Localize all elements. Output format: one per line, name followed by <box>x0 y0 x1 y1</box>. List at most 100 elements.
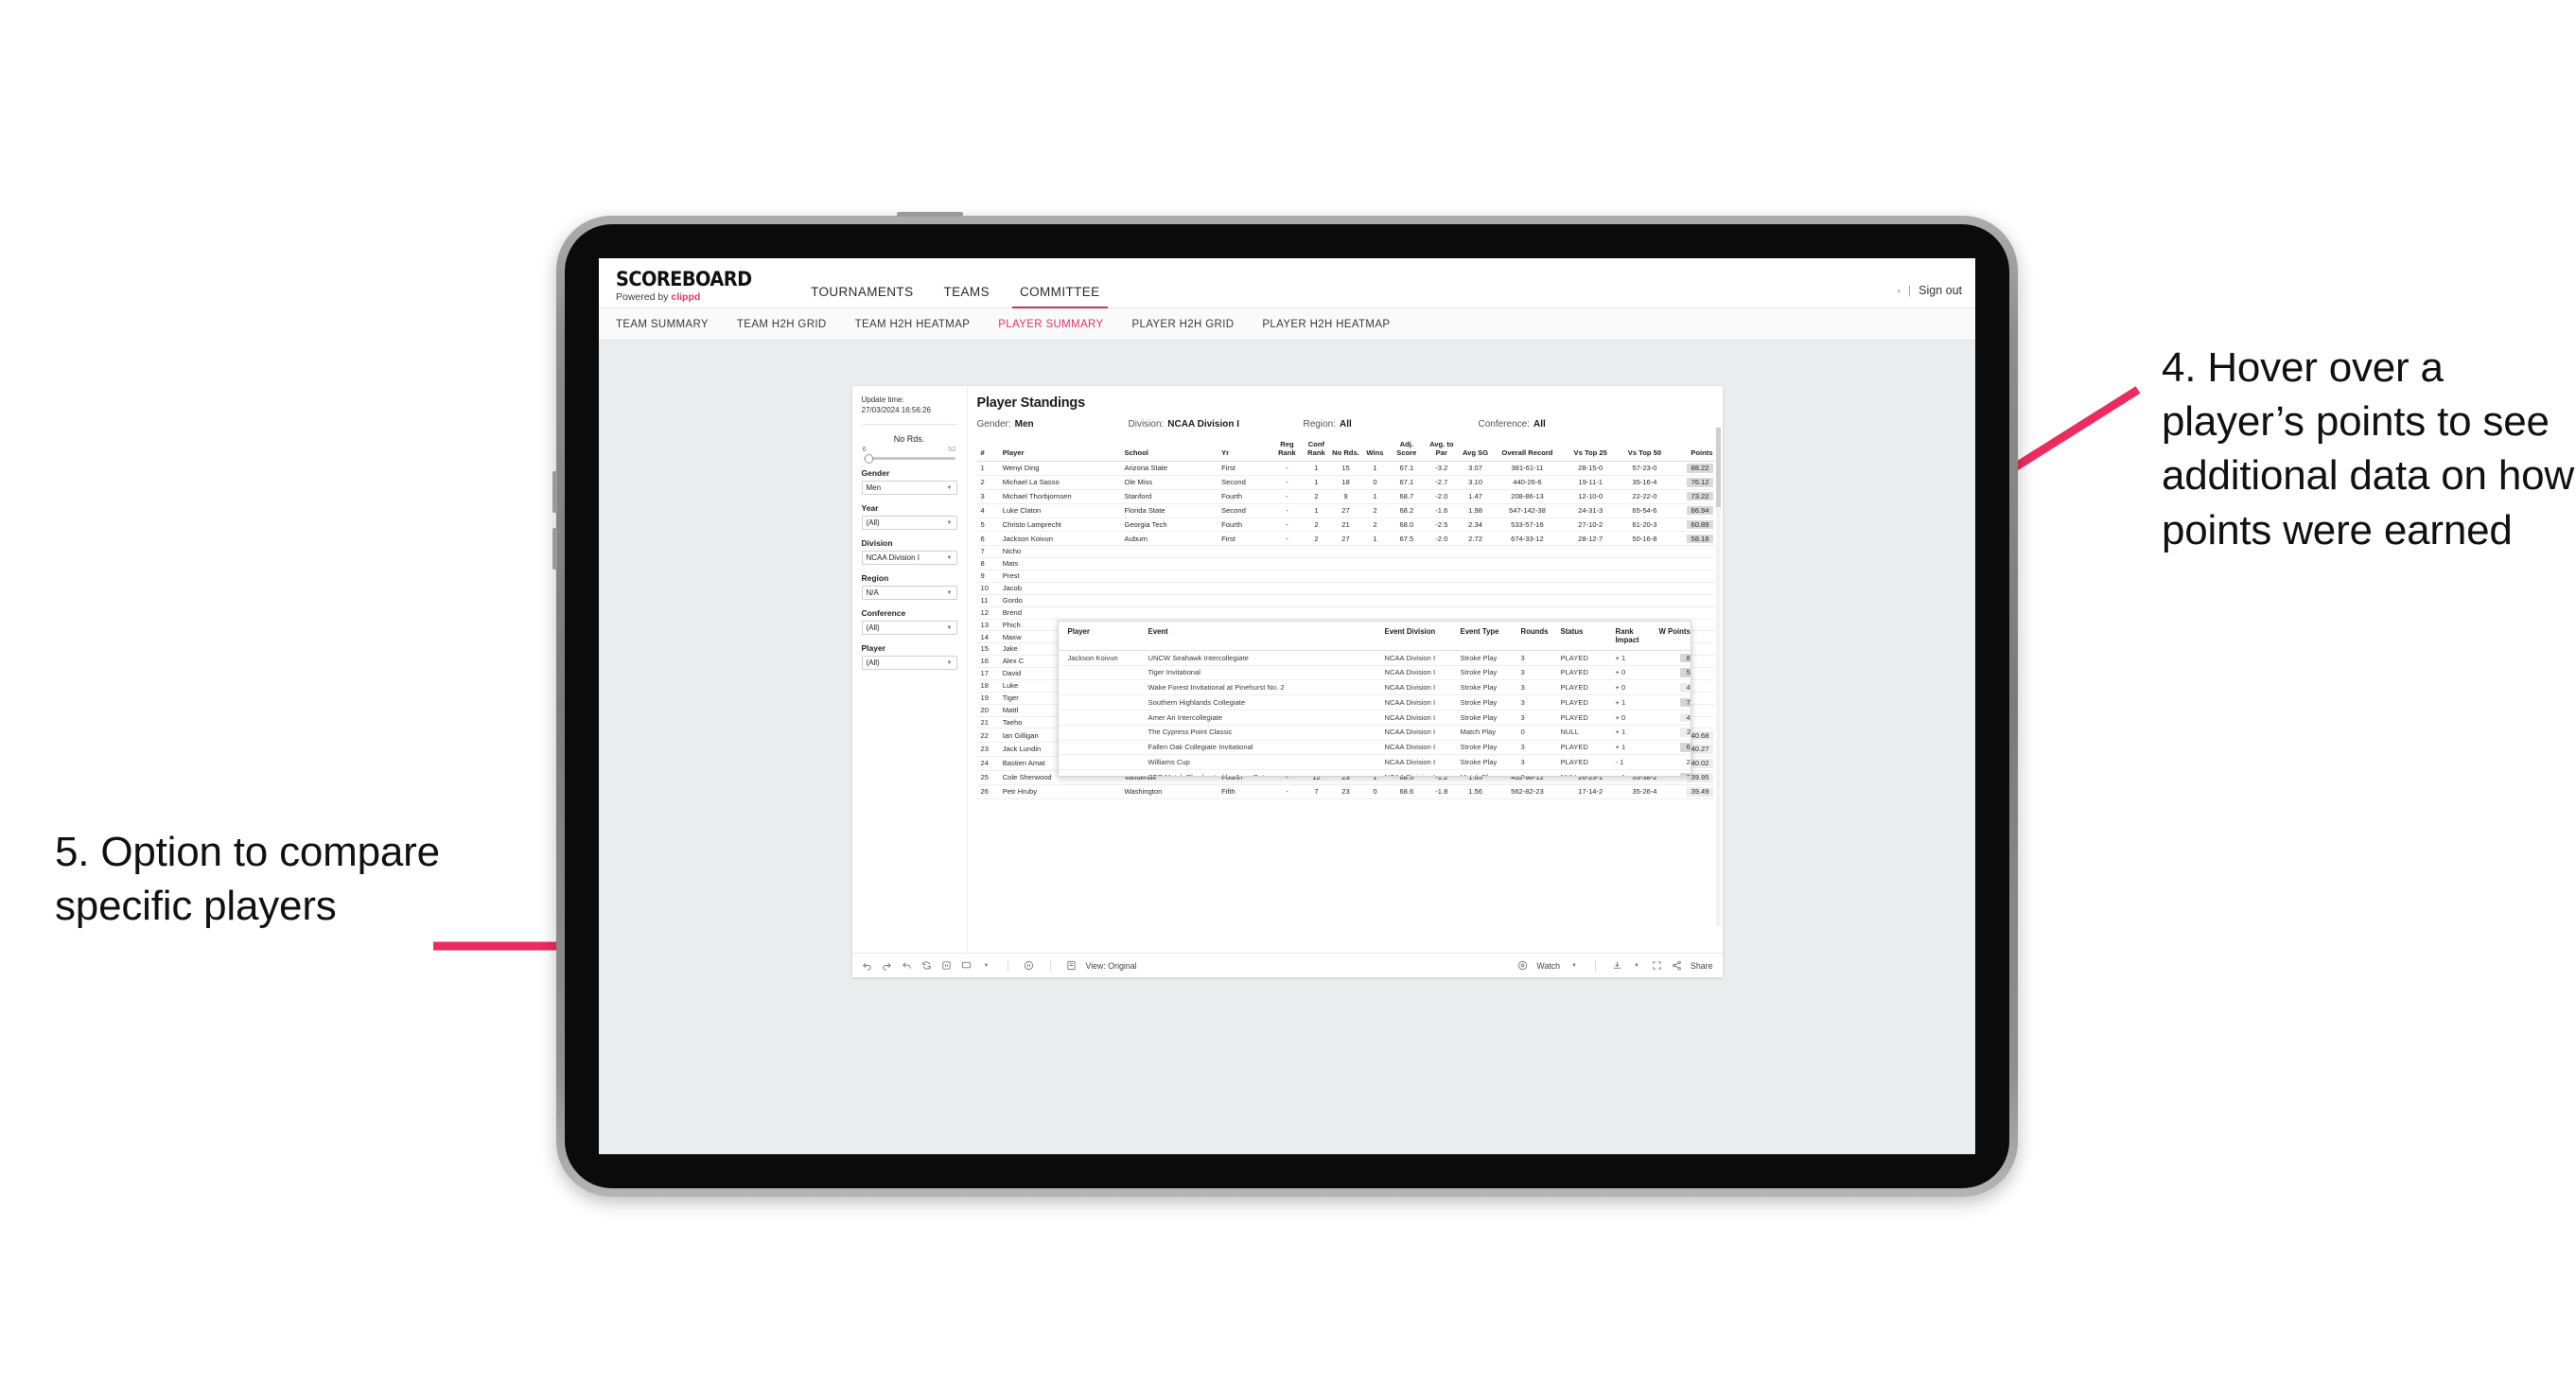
cell-points[interactable] <box>1672 582 1715 595</box>
tab-player-summary[interactable]: PLAYER SUMMARY <box>984 319 1117 330</box>
table-row[interactable]: 11 Gordo <box>976 594 1715 607</box>
col-reg-rank[interactable]: Reg Rank <box>1271 439 1302 462</box>
col-conf-rank[interactable]: Conf Rank <box>1301 439 1331 462</box>
summary-region: Region: All <box>1304 419 1479 430</box>
cell-points[interactable] <box>1672 545 1715 559</box>
cell-points[interactable]: 66.94 <box>1672 503 1715 518</box>
nav-item-teams[interactable]: TEAMS <box>928 285 1005 308</box>
filter-year-select[interactable]: (All) ▼ <box>861 516 957 531</box>
scrollbar-thumb[interactable] <box>1715 428 1721 507</box>
table-row[interactable]: 10 Jacob <box>976 582 1715 595</box>
share-icon[interactable] <box>1671 960 1682 972</box>
col-wins[interactable]: Wins <box>1359 439 1390 462</box>
tab-player-h2h-grid[interactable]: PLAYER H2H GRID <box>1117 319 1248 330</box>
table-row[interactable]: 2 Michael La Sasso Ole Miss Second - 1 1… <box>976 475 1715 490</box>
tab-player-h2h-heatmap[interactable]: PLAYER H2H HEATMAP <box>1248 319 1404 330</box>
refresh-icon[interactable] <box>921 960 933 972</box>
revert-icon[interactable] <box>902 960 913 972</box>
table-row[interactable]: 1 Wenyi Ding Arizona State First - 1 15 … <box>976 461 1715 476</box>
fullscreen-icon[interactable] <box>1651 960 1662 972</box>
filter-division-select[interactable]: NCAA Division I ▼ <box>861 551 957 566</box>
table-row[interactable]: 9 Prest <box>976 570 1715 583</box>
slider-handle[interactable] <box>864 453 873 464</box>
cell-points[interactable] <box>1672 557 1715 570</box>
share-label[interactable]: Share <box>1691 961 1712 971</box>
cell-rank: 16 <box>976 655 1002 668</box>
table-row[interactable]: 8 Mats <box>976 557 1715 570</box>
cell-no-rounds <box>1330 606 1360 620</box>
col-overall-record[interactable]: Overall Record <box>1491 439 1564 462</box>
slider-track[interactable] <box>863 453 955 464</box>
filter-region-select[interactable]: N/A ▼ <box>861 586 957 601</box>
brand-logo[interactable]: SCOREBOARD Powered by clippd <box>616 269 763 308</box>
col-no-rounds[interactable]: No Rds. <box>1330 439 1360 462</box>
watch-label[interactable]: Watch <box>1536 961 1560 971</box>
col-rank[interactable]: # <box>976 439 1002 462</box>
chevron-down-icon[interactable]: ▼ <box>1631 960 1642 972</box>
cell-points[interactable]: 58.18 <box>1672 531 1715 547</box>
tab-team-h2h-heatmap[interactable]: TEAM H2H HEATMAP <box>841 319 985 330</box>
summary-division-value: NCAA Division I <box>1167 419 1240 430</box>
toolbar-divider <box>1049 959 1051 972</box>
cell-rank: 4 <box>976 503 1002 518</box>
cell-points[interactable]: 39.49 <box>1672 784 1715 799</box>
filter-player-select[interactable]: (All) ▼ <box>861 656 957 671</box>
col-avg-sg[interactable]: Avg SG <box>1459 439 1492 462</box>
cell-wins <box>1359 606 1390 620</box>
redo-icon[interactable] <box>882 960 893 972</box>
view-icon[interactable] <box>1066 960 1078 972</box>
cell-points[interactable]: 73.22 <box>1672 489 1715 504</box>
device-preview-icon[interactable] <box>961 960 973 972</box>
table-row[interactable]: 5 Christo Lamprecht Georgia Tech Fourth … <box>976 518 1715 533</box>
nav-item-tournaments[interactable]: TOURNAMENTS <box>796 285 928 308</box>
tip-cell-status: PLAYED <box>1557 650 1613 666</box>
tab-team-h2h-grid[interactable]: TEAM H2H GRID <box>723 319 841 330</box>
undo-icon[interactable] <box>862 960 873 972</box>
col-avg-to-par[interactable]: Avg. to Par <box>1423 439 1460 462</box>
nav-item-committee[interactable]: COMMITTEE <box>1005 285 1115 308</box>
cell-points[interactable] <box>1672 606 1715 620</box>
table-row[interactable]: 4 Luke Claton Florida State Second - 1 2… <box>976 503 1715 518</box>
cell-avg-to-par: -2.0 <box>1423 489 1460 504</box>
col-vs-top-50[interactable]: Vs Top 50 <box>1617 439 1673 462</box>
cell-no-rounds: 23 <box>1330 784 1360 799</box>
watch-icon[interactable] <box>1516 960 1528 972</box>
filter-conference-select[interactable]: (All) ▼ <box>861 621 957 636</box>
cell-rank: 10 <box>976 582 1002 595</box>
tab-team-summary[interactable]: TEAM SUMMARY <box>616 319 723 330</box>
signout-link[interactable]: Sign out <box>1919 284 1962 297</box>
col-year[interactable]: Yr <box>1220 439 1272 462</box>
table-row[interactable]: 6 Jackson Koivun Auburn First - 2 27 1 6… <box>976 531 1715 547</box>
filter-gender-select[interactable]: Men ▼ <box>861 481 957 496</box>
col-player[interactable]: Player <box>1001 439 1124 462</box>
cell-points[interactable]: 60.89 <box>1672 518 1715 533</box>
no-rounds-slider[interactable]: No Rds. 6 52 <box>862 434 957 464</box>
chevron-left-icon[interactable]: ‹ <box>1898 286 1901 295</box>
cell-vs-top-50 <box>1617 582 1673 595</box>
table-scrollbar[interactable] <box>1715 428 1721 926</box>
col-adj-score[interactable]: Adj. Score <box>1389 439 1424 462</box>
cell-rank: 24 <box>976 756 1002 771</box>
cell-wins <box>1359 594 1390 607</box>
cell-player: Brend <box>1001 606 1124 620</box>
download-icon[interactable] <box>1611 960 1622 972</box>
view-label[interactable]: View: Original <box>1086 961 1137 971</box>
table-row[interactable]: 3 Michael Thorbjornsen Stanford Fourth -… <box>976 489 1715 504</box>
tooltip-header-row: Player Event Event Division Event Type R… <box>1058 622 1691 651</box>
col-school[interactable]: School <box>1123 439 1221 462</box>
cell-points[interactable]: 76.12 <box>1672 475 1715 490</box>
table-row[interactable]: 26 Petr Hruby Washington Fifth - 7 23 0 <box>976 784 1715 799</box>
cell-points[interactable] <box>1672 570 1715 583</box>
annotation-compare-players: 5. Option to compare specific players <box>55 829 440 930</box>
pause-auto-update-icon[interactable] <box>1024 960 1035 972</box>
cell-points[interactable] <box>1672 594 1715 607</box>
cell-points[interactable]: 88.22 <box>1672 461 1715 476</box>
chevron-down-icon[interactable]: ▼ <box>1568 960 1580 972</box>
chevron-down-icon[interactable]: ▼ <box>981 960 992 972</box>
pause-icon[interactable] <box>941 960 953 972</box>
col-vs-top-25[interactable]: Vs Top 25 <box>1563 439 1618 462</box>
col-points[interactable]: Points <box>1672 439 1715 462</box>
cell-reg-rank <box>1271 545 1302 559</box>
table-row[interactable]: 7 Nicho <box>976 545 1715 559</box>
table-row[interactable]: 12 Brend <box>976 606 1715 620</box>
